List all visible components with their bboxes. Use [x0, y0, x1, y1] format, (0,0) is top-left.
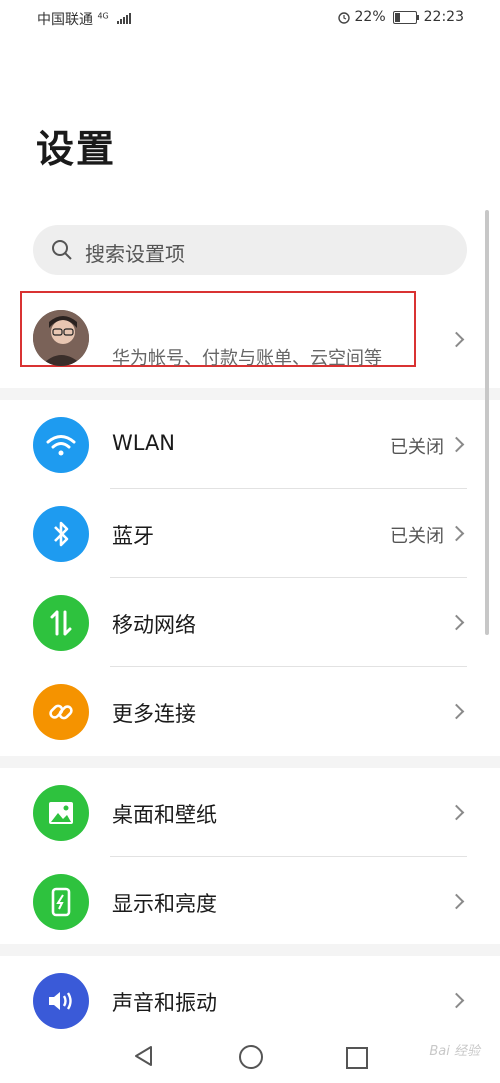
avatar-photo	[33, 310, 89, 366]
status-right: 22% 22:23	[337, 9, 464, 25]
sound-label: 声音和振动	[112, 991, 217, 1015]
home-icon[interactable]	[239, 1045, 263, 1069]
sound-icon	[33, 973, 89, 1029]
network-type: 4G	[97, 11, 109, 21]
section-divider	[0, 756, 500, 768]
link-icon	[33, 684, 89, 740]
wlan-status: 已关闭	[390, 437, 444, 458]
display-label: 显示和亮度	[112, 892, 217, 916]
mobile-network-icon	[33, 595, 89, 651]
settings-item-bluetooth[interactable]: 蓝牙 已关闭	[0, 489, 500, 578]
chevron-right-icon	[448, 992, 465, 1009]
navigation-bar	[0, 1030, 500, 1083]
chevron-right-icon	[448, 703, 465, 720]
watermark: Bai 经验	[429, 1044, 480, 1059]
battery-percent: 22%	[354, 9, 386, 25]
wallpaper-label: 桌面和壁纸	[112, 803, 217, 827]
alarm-icon	[337, 12, 350, 24]
clock: 22:23	[423, 9, 464, 25]
search-placeholder: 搜索设置项	[85, 242, 185, 266]
carrier-label: 中国联通 4G	[37, 9, 132, 29]
search-icon	[52, 240, 72, 260]
status-bar: 中国联通 4G 22% 22:23	[0, 0, 500, 36]
settings-item-wallpaper[interactable]: 桌面和壁纸	[0, 768, 500, 857]
wlan-label: WLAN	[112, 431, 176, 455]
settings-item-display[interactable]: 显示和亮度	[0, 857, 500, 946]
chevron-right-icon	[448, 804, 465, 821]
avatar[interactable]	[33, 310, 89, 366]
mobile-network-label: 移动网络	[112, 613, 196, 637]
wallpaper-icon	[33, 785, 89, 841]
display-icon	[33, 874, 89, 930]
account-subtitle[interactable]: 华为帐号、付款与账单、云空间等	[112, 344, 382, 370]
search-input[interactable]: 搜索设置项	[33, 225, 467, 275]
chevron-right-icon	[448, 525, 465, 542]
back-icon[interactable]	[133, 1045, 155, 1067]
signal-icon	[117, 12, 132, 24]
wifi-icon	[33, 417, 89, 473]
bluetooth-label: 蓝牙	[112, 524, 154, 548]
chevron-right-icon	[448, 614, 465, 631]
recents-icon[interactable]	[346, 1047, 368, 1069]
bluetooth-icon	[33, 506, 89, 562]
section-divider	[0, 388, 500, 400]
page-title: 设置	[36, 127, 117, 171]
scrollbar[interactable]	[485, 210, 489, 635]
chevron-right-icon	[448, 893, 465, 910]
bluetooth-status: 已关闭	[390, 526, 444, 547]
more-connections-label: 更多连接	[112, 702, 196, 726]
carrier-name: 中国联通	[37, 12, 93, 28]
settings-item-more-connections[interactable]: 更多连接	[0, 667, 500, 756]
settings-item-wlan[interactable]: WLAN 已关闭	[0, 400, 500, 489]
account-chevron-icon	[448, 331, 465, 348]
section-divider	[0, 944, 500, 956]
chevron-right-icon	[448, 436, 465, 453]
settings-item-mobile-network[interactable]: 移动网络	[0, 578, 500, 667]
battery-icon	[392, 10, 419, 24]
